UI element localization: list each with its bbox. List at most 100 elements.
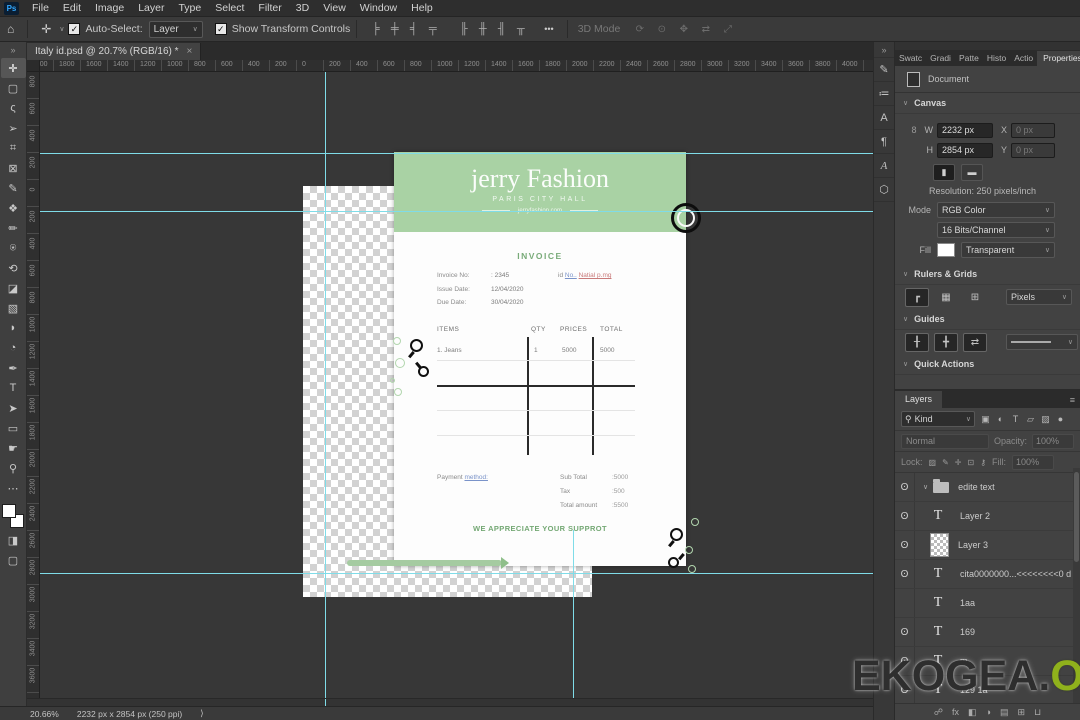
status-arrow-icon[interactable]: ⟩ xyxy=(200,708,203,719)
brush-tool[interactable]: ✏ xyxy=(1,218,26,238)
align-top-edges-icon[interactable]: ╤ xyxy=(424,23,441,35)
link-dimensions-icon[interactable]: 8 xyxy=(909,125,919,135)
move-tool-icon[interactable]: ✛ xyxy=(34,22,58,36)
distribute-right-icon[interactable]: ╢ xyxy=(493,23,510,35)
ruler-toggle-icon[interactable]: ┏ xyxy=(905,287,929,307)
auto-select-target-dropdown[interactable]: Layer ∨ xyxy=(148,20,203,38)
folder-icon[interactable] xyxy=(933,478,950,493)
quick-actions-section-header[interactable]: ∨ Quick Actions xyxy=(895,354,1080,375)
filter-shape-layers-icon[interactable]: ▱ xyxy=(1023,414,1038,425)
chevron-down-icon[interactable]: ∨ xyxy=(59,25,64,33)
landscape-orientation-icon[interactable]: ▬ xyxy=(961,163,983,181)
layer-row[interactable]: ʘ T 169 xyxy=(895,618,1080,647)
layer-mask-icon[interactable]: ◧ xyxy=(968,707,977,718)
layer-visibility-toggle[interactable]: ʘ xyxy=(895,502,915,530)
layer-row[interactable]: ʘ Layer 3 xyxy=(895,531,1080,560)
3d-orbit-icon[interactable]: ⟳ xyxy=(630,24,649,35)
menu-type[interactable]: Type xyxy=(171,2,208,14)
layer-visibility-toggle[interactable]: ʘ xyxy=(895,560,915,588)
menu-filter[interactable]: Filter xyxy=(251,2,288,14)
healing-brush-tool[interactable]: ❖ xyxy=(1,198,26,218)
glyphs-panel-icon[interactable]: A xyxy=(874,154,894,178)
layer-row[interactable]: ʘ ∨ edite text xyxy=(895,473,1080,502)
distribute-left-icon[interactable]: ╟ xyxy=(455,23,472,35)
layer-name[interactable]: 1aa xyxy=(960,598,975,608)
pixel-grid-toggle-icon[interactable]: ⊞ xyxy=(963,288,987,307)
pen-tool[interactable]: ✒ xyxy=(1,358,26,378)
distribute-centers-icon[interactable]: ╫ xyxy=(474,23,491,35)
frame-tool[interactable]: ⊠ xyxy=(1,158,26,178)
layer-row[interactable]: ʘ Tcita0000000...<<<<<<<<0 d xyxy=(895,560,1080,589)
3d-roll-icon[interactable]: ⊙ xyxy=(652,24,671,35)
layer-filter-dropdown[interactable]: ⚲ Kind ∨ xyxy=(901,411,975,427)
crop-tool[interactable]: ⌗ xyxy=(1,138,26,158)
layer-visibility-toggle[interactable]: ʘ xyxy=(895,473,915,501)
menu-window[interactable]: Window xyxy=(353,2,404,14)
auto-select-checkbox[interactable]: ✓ xyxy=(68,23,81,35)
character-panel-icon[interactable]: A xyxy=(874,106,894,130)
layer-visibility-toggle[interactable] xyxy=(895,589,915,617)
canvas-viewport[interactable]: 2000180016001400120010008006004002000200… xyxy=(27,60,873,698)
filter-pixel-layers-icon[interactable]: ▣ xyxy=(978,414,993,425)
color-swatches[interactable] xyxy=(2,504,24,530)
layer-name[interactable]: Layer 2 xyxy=(960,511,990,521)
menu-view[interactable]: View xyxy=(316,2,353,14)
filter-type-layers-icon[interactable]: T xyxy=(1008,414,1023,425)
fill-dropdown[interactable]: Transparent ∨ xyxy=(961,242,1055,258)
tab-histo[interactable]: Histo xyxy=(983,51,1010,66)
guides-section-header[interactable]: ∨ Guides xyxy=(895,309,1080,330)
menu-help[interactable]: Help xyxy=(404,2,440,14)
object-selection-tool[interactable]: ➢ xyxy=(1,118,26,138)
layer-name[interactable]: edite text xyxy=(958,482,995,492)
lock-all-icon[interactable]: ⚷ xyxy=(980,458,986,467)
layer-group-icon[interactable]: ▤ xyxy=(1000,707,1009,718)
home-icon[interactable]: ⌂ xyxy=(0,22,21,36)
menu-image[interactable]: Image xyxy=(88,2,131,14)
shape-tool[interactable]: ▭ xyxy=(1,418,26,438)
tab-layers[interactable]: Layers xyxy=(895,391,943,408)
layer-visibility-toggle[interactable]: ʘ xyxy=(895,618,915,646)
history-brush-tool[interactable]: ⟲ xyxy=(1,258,26,278)
document-tab[interactable]: Italy id.psd @ 20.7% (RGB/16) * × xyxy=(27,43,202,60)
type-layer-icon[interactable]: T xyxy=(925,508,951,524)
layer-name[interactable]: cita0000000...<<<<<<<<0 d xyxy=(960,569,1071,579)
adjustment-layer-icon[interactable]: ◑ xyxy=(986,707,991,717)
move-tool[interactable]: ✛ xyxy=(0,58,26,78)
zoom-level[interactable]: 20.66% xyxy=(30,709,59,719)
smart-guides-icon[interactable]: ⇄ xyxy=(963,332,987,352)
filter-toggle-icon[interactable]: ● xyxy=(1053,414,1068,425)
align-left-edges-icon[interactable]: ╞ xyxy=(367,23,384,35)
lock-artboard-icon[interactable]: ⊡ xyxy=(967,458,974,467)
tab-gradi[interactable]: Gradi xyxy=(926,51,955,66)
horizontal-scrollbar[interactable] xyxy=(27,698,873,706)
fill-swatch[interactable] xyxy=(937,243,955,257)
delete-layer-icon[interactable]: ⊔ xyxy=(1034,707,1041,718)
width-field[interactable]: 2232 px xyxy=(937,122,993,138)
filter-adjustment-layers-icon[interactable]: ◐ xyxy=(993,414,1008,425)
portrait-orientation-icon[interactable]: ▮ xyxy=(933,163,955,181)
layer-name[interactable]: Layer 3 xyxy=(958,540,988,550)
blend-mode-dropdown[interactable]: Normal xyxy=(901,433,989,449)
panel-menu-icon[interactable]: ≡ xyxy=(1065,395,1080,408)
fill-field[interactable]: 100% xyxy=(1012,454,1055,470)
collapse-panels-icon[interactable]: » xyxy=(874,42,894,58)
align-horizontal-centers-icon[interactable]: ╪ xyxy=(386,23,403,35)
ruler-units-dropdown[interactable]: Pixels ∨ xyxy=(1006,289,1072,305)
link-layers-icon[interactable]: ☍ xyxy=(934,707,943,718)
type-tool[interactable]: T xyxy=(1,378,26,398)
tab-properties[interactable]: Properties xyxy=(1037,51,1080,66)
toolbar-collapse-icon[interactable]: » xyxy=(10,42,15,58)
height-field[interactable]: 2854 px xyxy=(937,142,993,158)
layer-row[interactable]: ʘ T Layer 2 xyxy=(895,502,1080,531)
canvas-section-header[interactable]: ∨ Canvas xyxy=(895,93,1080,114)
rulers-grids-section-header[interactable]: ∨ Rulers & Grids xyxy=(895,264,1080,285)
menu-edit[interactable]: Edit xyxy=(56,2,88,14)
more-options-icon[interactable]: ••• xyxy=(537,24,560,34)
3d-slide-icon[interactable]: ⇄ xyxy=(696,24,715,35)
lock-guides-icon[interactable]: ╋ xyxy=(934,332,958,352)
menu-3d[interactable]: 3D xyxy=(289,2,316,14)
foreground-color-swatch[interactable] xyxy=(2,504,16,518)
tab-swatc[interactable]: Swatc xyxy=(895,51,926,66)
layer-effects-icon[interactable]: fx xyxy=(952,707,959,717)
3d-panel-icon[interactable]: ⬡ xyxy=(874,178,894,202)
